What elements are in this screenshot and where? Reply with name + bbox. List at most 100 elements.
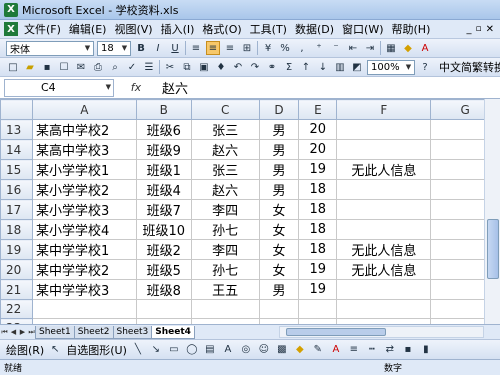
cell-c19[interactable]: 李四 [190,239,260,260]
sort-descending-icon[interactable]: ↓ [316,60,330,74]
redo-icon[interactable]: ↷ [248,60,262,74]
merge-center-icon[interactable]: ⊞ [240,41,254,55]
increase-indent-icon[interactable]: ⇥ [363,41,377,55]
select-objects-icon[interactable]: ↖ [48,343,62,357]
cell-b13[interactable]: 班级6 [135,119,192,140]
cell-d15[interactable]: 男 [258,159,300,180]
currency-icon[interactable]: ¥ [261,41,275,55]
cell-d22[interactable] [258,298,300,320]
cell-c20[interactable]: 孙七 [190,259,260,280]
row-header[interactable]: 18 [0,219,33,240]
cell-e22[interactable] [298,298,338,320]
open-icon[interactable]: ▰ [23,60,37,74]
cell-c17[interactable]: 李四 [190,199,260,220]
wordart-icon[interactable]: A [221,343,235,357]
borders-icon[interactable]: ▦ [384,41,398,55]
row-header[interactable]: 19 [0,239,33,260]
align-center-icon[interactable]: ≡ [206,41,220,55]
print-preview-icon[interactable]: ⌕ [108,60,122,74]
arrow-style-icon[interactable]: ⇄ [383,343,397,357]
underline-button[interactable]: U [168,41,182,55]
tab-sheet2[interactable]: Sheet2 [73,325,114,339]
cell-a19[interactable]: 某中学学校1 [31,239,137,260]
drawing-icon[interactable]: ◩ [350,60,364,74]
horizontal-scroll-thumb[interactable] [286,328,386,336]
shadow-icon[interactable]: ▪ [401,343,415,357]
spelling-icon[interactable]: ✓ [125,60,139,74]
menu-edit[interactable]: 编辑(E) [65,21,111,37]
cell-f15[interactable]: 无此人信息 [336,159,432,180]
research-icon[interactable]: ☰ [142,60,156,74]
cell-a20[interactable]: 某中学学校2 [31,259,137,280]
font-color-icon[interactable]: A [329,343,343,357]
dash-style-icon[interactable]: ┅ [365,343,379,357]
restore-icon[interactable]: ▫ [476,24,482,35]
textbox-icon[interactable]: ▤ [203,343,217,357]
cell-a22[interactable] [31,298,137,320]
prev-sheet-icon[interactable]: ◀ [9,328,18,336]
cell-c14[interactable]: 赵六 [190,139,260,160]
rectangle-icon[interactable]: ▭ [167,343,181,357]
row-header[interactable]: 13 [0,119,33,140]
cell-a18[interactable]: 某小学学校4 [31,219,137,240]
paste-icon[interactable]: ▣ [197,60,211,74]
cell-f21[interactable] [336,279,432,300]
zoom-select[interactable]: 100% ▼ [367,59,415,75]
cell-f14[interactable] [336,139,432,160]
formula-input[interactable]: 赵六 [158,78,188,97]
align-left-icon[interactable]: ≡ [189,41,203,55]
row-header[interactable]: 20 [0,259,33,280]
fill-color-icon[interactable]: ◆ [401,41,415,55]
cell-b19[interactable]: 班级2 [135,239,192,260]
row-header[interactable]: 14 [0,139,33,160]
decrease-decimal-icon[interactable]: ⁻ [329,41,343,55]
cell-d14[interactable]: 男 [258,139,300,160]
menu-window[interactable]: 窗口(W) [338,21,387,37]
cell-e21[interactable]: 19 [298,279,338,300]
cell-f16[interactable] [336,179,432,200]
cell-c21[interactable]: 王五 [190,279,260,300]
cell-c13[interactable]: 张三 [190,119,260,140]
tab-sheet1[interactable]: Sheet1 [35,325,75,339]
cell-f22[interactable] [336,298,432,320]
vertical-scrollbar[interactable] [484,99,500,324]
row-header[interactable]: 22 [0,298,33,320]
decrease-indent-icon[interactable]: ⇤ [346,41,360,55]
new-icon[interactable]: □ [6,60,20,74]
cell-a13[interactable]: 某高中学校2 [31,119,137,140]
cell-a16[interactable]: 某小学学校2 [31,179,137,200]
cell-e20[interactable]: 19 [298,259,338,280]
3d-icon[interactable]: ▮ [419,343,433,357]
cell-b15[interactable]: 班级1 [135,159,192,180]
cell-a17[interactable]: 某小学学校3 [31,199,137,220]
cell-a21[interactable]: 某中学学校3 [31,279,137,300]
cell-f17[interactable] [336,199,432,220]
cell-d20[interactable]: 女 [258,259,300,280]
select-all-corner[interactable] [0,99,33,120]
line-style-icon[interactable]: ≡ [347,343,361,357]
cut-icon[interactable]: ✂ [163,60,177,74]
bold-button[interactable]: B [134,41,148,55]
cell-b18[interactable]: 班级10 [135,219,192,240]
column-header[interactable]: A [31,99,137,120]
cell-a14[interactable]: 某高中学校3 [31,139,137,160]
font-size-select[interactable]: 18 ▼ [97,40,131,56]
cell-b20[interactable]: 班级5 [135,259,192,280]
column-header[interactable]: F [336,99,432,120]
fill-color-icon[interactable]: ◆ [293,343,307,357]
cell-c16[interactable]: 赵六 [190,179,260,200]
hyperlink-icon[interactable]: ⚭ [265,60,279,74]
menu-file[interactable]: 文件(F) [20,21,65,37]
autoshapes-button[interactable]: 自选图形(U) [66,342,127,358]
cell-e17[interactable]: 18 [298,199,338,220]
cell-d18[interactable]: 女 [258,219,300,240]
cell-b22[interactable] [135,298,192,320]
column-header[interactable]: E [298,99,338,120]
cell-d16[interactable]: 男 [258,179,300,200]
column-header[interactable]: B [135,99,192,120]
cell-b14[interactable]: 班级9 [135,139,192,160]
cell-d13[interactable]: 男 [258,119,300,140]
cell-f13[interactable] [336,119,432,140]
sort-ascending-icon[interactable]: ↑ [299,60,313,74]
cell-b21[interactable]: 班级8 [135,279,192,300]
